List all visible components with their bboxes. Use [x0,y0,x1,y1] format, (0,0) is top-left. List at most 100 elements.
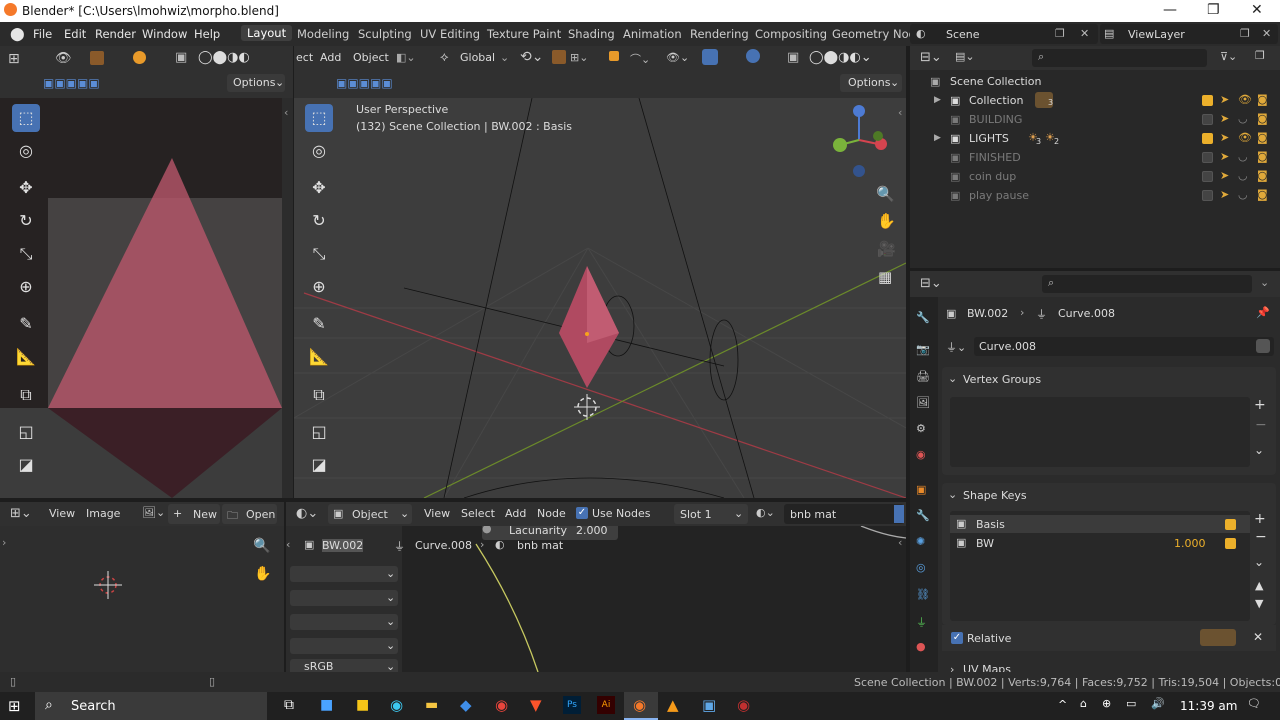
panel-chevron-icon[interactable]: ⌄ [948,488,957,501]
select-arrow-icon[interactable]: ➤ [1220,169,1229,182]
sidebar-arrow-icon[interactable]: ‹ [898,106,902,119]
app-icon-red[interactable]: ◉ [737,696,750,714]
app-icon-blue[interactable]: ◆ [460,696,472,714]
exclude-checkbox[interactable] [1202,171,1213,182]
expand-arrow-icon[interactable]: › [2,536,6,549]
image-menu-view[interactable]: View [49,507,75,520]
modifier-tab-icon[interactable]: 🔧 [916,509,930,522]
new-viewlayer-icon[interactable]: ❐ [1240,27,1250,40]
outliner-root[interactable]: Scene Collection [950,75,1041,88]
render-camera-icon[interactable]: ◙ [1257,150,1268,163]
move-tool[interactable]: ✥ [12,174,40,202]
object-tab-icon[interactable]: ▣ [916,483,926,496]
left-viewport[interactable]: ⬚ ◎ ✥ ↻ ⤡ ⊕ ✎ 📐 ⧉ ◱ ◪ ‹ [0,98,293,498]
eye-closed-icon[interactable]: ◡ [1238,112,1248,125]
brave-browser-icon[interactable]: ▼ [530,696,542,714]
expand-arrow-icon[interactable]: ▶ [934,95,941,105]
workspace-tab-shading[interactable]: Shading [568,27,615,41]
open-image-button[interactable]: 🗀 Open [222,504,277,524]
zoom-icon[interactable]: 🔍 [876,185,895,203]
outliner-item-lights[interactable]: LIGHTS [969,132,1009,145]
overlay-toggle-icon[interactable] [133,51,146,64]
main-extrude-tool[interactable]: ◪ [305,451,333,479]
exclude-checkbox[interactable] [1202,95,1213,106]
constraints-tab-icon[interactable]: ⛓ [916,588,930,601]
orientation-dropdown[interactable]: Global [460,51,495,64]
xray-icon[interactable]: ▣ [175,50,187,65]
node-prop-dropdown[interactable]: ⌄ [290,590,398,606]
clear-shape-icon[interactable]: ✕ [1253,630,1263,644]
slot-dropdown[interactable]: Slot 1 ⌄ [674,504,748,524]
close-button[interactable]: ✕ [1251,2,1263,18]
chrome-browser-icon[interactable]: ◉ [495,696,508,714]
render-camera-icon[interactable]: ◙ [1257,112,1268,125]
remove-shape-key-button[interactable]: − [1255,529,1267,545]
main-viewport[interactable]: ⬚ ◎ ✥ ↻ ⤡ ⊕ ✎ 📐 ⧉ ◱ ◪ User Perspective (… [294,98,906,498]
extrude-tool[interactable]: ◪ [12,451,40,479]
remove-vertex-group-button[interactable]: − [1255,417,1267,433]
blender-task-icon[interactable]: ◉ [624,692,658,720]
main-measure-tool[interactable]: 📐 [305,343,333,371]
properties-search-input[interactable]: ⌕ [1042,275,1252,293]
delete-viewlayer-icon[interactable]: ✕ [1262,27,1271,40]
menu-render[interactable]: Render [95,27,136,41]
viewport-menu-object[interactable]: Object [353,51,389,64]
select-arrow-icon[interactable]: ➤ [1220,188,1229,201]
eye-closed-icon[interactable]: ◡ [1238,169,1248,182]
workspace-tab-uv-editing[interactable]: UV Editing [420,27,480,41]
viewport-menu-add[interactable]: Add [320,51,341,64]
left-options-button[interactable]: Options ⌄ [227,74,285,92]
properties-menu-icon[interactable]: ⌄ [1260,276,1269,289]
select-arrow-icon[interactable]: ➤ [1220,131,1229,144]
falloff-icon[interactable]: ⌒⌄ [630,51,650,67]
menu-file[interactable]: File [33,27,52,41]
material-tab-icon[interactable]: ● [916,640,926,653]
workspace-tab-modeling[interactable]: Modeling [297,27,349,41]
shape-key-list[interactable]: ▣ Basis ▣ BW 1.000 [950,511,1250,621]
vertex-group-menu-icon[interactable]: ⌄ [1254,443,1264,457]
node-prop-dropdown[interactable]: ⌄ [290,614,398,630]
use-nodes-checkbox[interactable]: ✓ [576,507,588,519]
snap-mode-icon[interactable]: ◧⌄ [396,51,416,64]
shading-modes-icon[interactable]: ◯⬤◑◐ [198,50,250,65]
new-scene-icon[interactable]: ❐ [1055,27,1065,40]
overlays-icon[interactable] [746,49,760,63]
panel-chevron-icon[interactable]: › [950,663,954,672]
shape-key-row-bw[interactable]: ▣ BW 1.000 [950,534,1250,552]
maximize-button[interactable]: ❐ [1207,2,1220,18]
workspace-tab-animation[interactable]: Animation [623,27,682,41]
data-block-icon[interactable]: ⏚⌄ [946,339,966,355]
outliner-editor-icon[interactable]: ⊟⌄ [920,50,942,65]
workspace-tab-layout[interactable]: Layout [241,25,293,41]
taskbar-search-box[interactable]: ⌕ Search [35,692,267,720]
image-browse-icon[interactable]: 🖼⌄ [142,506,165,519]
pin-icon[interactable]: 📌 [1256,306,1270,319]
outliner-item-coin-dup[interactable]: coin dup [969,170,1016,183]
editor-type-icon[interactable]: ⊞ [8,51,20,67]
pan-hand-icon[interactable]: ✋ [877,212,896,230]
outliner-item-building[interactable]: BUILDING [969,113,1022,126]
exclude-checkbox[interactable] [1202,133,1213,144]
app-icon-photos[interactable]: ▣ [702,696,716,714]
select-box-tool[interactable]: ⬚ [12,104,40,132]
relative-checkbox[interactable]: ✓ [951,632,963,644]
file-explorer-icon[interactable]: ▬ [425,697,438,713]
material-name-field[interactable]: bnb mat [784,504,904,524]
image-menu-image[interactable]: Image [86,507,120,520]
move-up-icon[interactable]: ▲ [1255,579,1263,592]
workspace-tab-rendering[interactable]: Rendering [690,27,749,41]
perspective-grid-icon[interactable]: ▦ [878,268,892,286]
cursor-tool[interactable]: ◎ [12,137,40,165]
main-move-tool[interactable]: ✥ [305,174,333,202]
battery-icon[interactable]: ▭ [1126,697,1136,710]
workspace-tab-geometry-nodes[interactable]: Geometry Nod [832,27,916,41]
data-tab-icon[interactable]: ⏚ [916,614,927,630]
menu-window[interactable]: Window [142,27,187,41]
add-cube-tool[interactable]: ⧉ [12,381,40,409]
exclude-checkbox[interactable] [1202,114,1213,125]
outliner-search-input[interactable]: ⌕ [1032,49,1207,67]
viewlayer-selector[interactable]: ▤ ViewLayer ❐ ✕ [1100,24,1278,44]
select-arrow-icon[interactable]: ➤ [1220,112,1229,125]
shape-key-value[interactable]: 1.000 [1174,537,1206,550]
main-bevel-tool[interactable]: ◱ [305,418,333,446]
